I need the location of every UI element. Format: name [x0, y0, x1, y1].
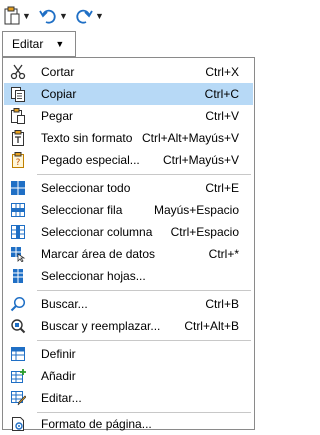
undo-button[interactable]: ▼ [38, 4, 68, 28]
menu-item-shortcut: Ctrl+B [205, 297, 239, 311]
menu-item-seleccionar-columna[interactable]: Seleccionar columna Ctrl+Espacio [4, 221, 253, 243]
menu-item-shortcut: Ctrl+Mayús+V [162, 153, 239, 167]
menu-item-anadir[interactable]: Añadir [4, 365, 253, 387]
menu-item-buscar[interactable]: Buscar... Ctrl+B [4, 293, 253, 315]
find-icon [10, 296, 26, 312]
menu-item-shortcut: Ctrl+E [205, 181, 239, 195]
menu-item-shortcut: Mayús+Espacio [153, 203, 239, 217]
menu-item-label: Buscar... [41, 297, 88, 311]
edit-icon [11, 391, 26, 406]
copy-icon [11, 87, 25, 102]
chevron-down-icon[interactable]: ▼ [95, 11, 104, 21]
toolbar: ▼ ▼ ▼ [0, 0, 257, 31]
menu-item-label: Pegar [41, 109, 74, 123]
scissors-icon [10, 64, 26, 80]
menu-item-shortcut: Ctrl+* [208, 247, 239, 261]
menu-item-label: Seleccionar columna [41, 225, 153, 239]
undo-icon [39, 9, 56, 24]
paste-unformatted-icon [12, 130, 24, 146]
menu-item-label: Añadir [41, 369, 76, 383]
redo-icon [76, 9, 93, 24]
select-row-icon [11, 203, 25, 217]
menu-item-editar[interactable]: Editar... [4, 387, 253, 409]
menu-item-seleccionar-todo[interactable]: Seleccionar todo Ctrl+E [4, 177, 253, 199]
page-format-icon [12, 417, 24, 431]
menu-item-shortcut: Ctrl+V [205, 109, 239, 123]
edit-menu: Cortar Ctrl+X Copiar Ctrl+C Pegar Ctrl+V… [2, 57, 255, 431]
chevron-down-icon: ▼ [55, 39, 65, 49]
paste-icon [4, 6, 20, 25]
menu-item-texto-sin-formato[interactable]: Texto sin formato Ctrl+Alt+Mayús+V [4, 127, 253, 149]
add-icon [11, 369, 26, 383]
menu-item-label: Texto sin formato [41, 131, 133, 145]
menu-item-pegar[interactable]: Pegar Ctrl+V [4, 105, 253, 127]
define-icon [11, 347, 25, 361]
paste-special-icon: ? [12, 152, 24, 168]
menu-item-shortcut: Ctrl+Espacio [170, 225, 239, 239]
find-replace-icon [11, 319, 26, 334]
redo-button[interactable]: ▼ [74, 4, 104, 28]
menu-item-label: Definir [41, 347, 76, 361]
menu-item-shortcut: Ctrl+X [205, 65, 239, 79]
select-column-icon [11, 225, 25, 239]
menu-item-shortcut: Ctrl+Alt+Mayús+V [141, 131, 239, 145]
paste-icon [11, 108, 25, 124]
menu-item-marcar-area-de-datos[interactable]: Marcar área de datos Ctrl+* [4, 243, 253, 265]
menu-separator [37, 174, 251, 175]
menu-item-seleccionar-hojas[interactable]: Seleccionar hojas... [4, 265, 253, 287]
chevron-down-icon[interactable]: ▼ [22, 11, 31, 21]
menu-item-buscar-y-reemplazar[interactable]: Buscar y reemplazar... Ctrl+Alt+B [4, 315, 253, 337]
paste-button[interactable]: ▼ [3, 4, 31, 28]
chevron-down-icon[interactable]: ▼ [59, 11, 68, 21]
menu-item-definir[interactable]: Definir [4, 343, 253, 365]
menu-item-label: Formato de página... [41, 417, 152, 431]
menu-item-label: Cortar [41, 65, 75, 79]
mark-data-area-icon [11, 247, 26, 262]
menu-item-cortar[interactable]: Cortar Ctrl+X [4, 61, 253, 83]
menu-item-label: Pegado especial... [41, 153, 140, 167]
menu-item-label: Seleccionar fila [41, 203, 123, 217]
svg-text:?: ? [16, 158, 21, 168]
menu-separator [37, 340, 251, 341]
menu-item-label: Seleccionar hojas... [41, 269, 146, 283]
edit-menu-button[interactable]: Editar ▼ [2, 31, 76, 57]
menu-item-label: Seleccionar todo [41, 181, 131, 195]
menu-item-shortcut: Ctrl+C [204, 87, 239, 101]
menu-item-pegado-especial[interactable]: ? Pegado especial... Ctrl+Mayús+V [4, 149, 253, 171]
menu-item-label: Buscar y reemplazar... [41, 319, 161, 333]
select-all-icon [11, 181, 25, 195]
menu-separator [37, 290, 251, 291]
edit-menu-label: Editar [12, 37, 44, 51]
menu-item-seleccionar-fila[interactable]: Seleccionar fila Mayús+Espacio [4, 199, 253, 221]
menu-item-copiar[interactable]: Copiar Ctrl+C [4, 83, 253, 105]
menu-item-shortcut: Ctrl+Alt+B [184, 319, 239, 333]
menu-item-label: Marcar área de datos [41, 247, 156, 261]
menu-item-label: Copiar [41, 87, 77, 101]
menu-item-label: Editar... [41, 391, 82, 405]
select-sheets-icon [13, 269, 23, 283]
